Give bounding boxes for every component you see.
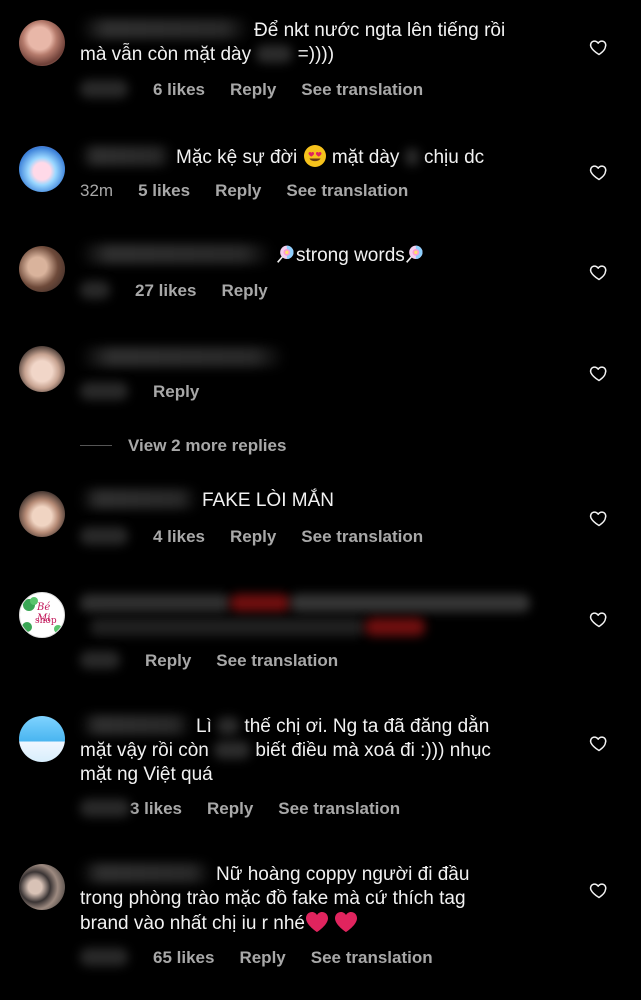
likes-count[interactable]: 4 likes — [153, 527, 205, 546]
comment-meta: 27 likes Reply — [80, 281, 293, 301]
reply-button[interactable]: Reply — [207, 799, 253, 818]
see-translation-button[interactable]: See translation — [311, 948, 433, 967]
avatar[interactable] — [19, 246, 65, 292]
avatar[interactable] — [19, 20, 65, 66]
lollipop-emoji-icon — [405, 245, 423, 263]
likes-count[interactable]: 3 likes — [130, 799, 182, 818]
comment-text: Để nkt nước ngta lên tiếng rồi mà vẫn cò… — [80, 19, 506, 65]
comment-meta: 6 likes Reply See translation — [80, 80, 448, 100]
comment-meta: Reply — [80, 382, 224, 402]
heart-outline-icon[interactable] — [589, 37, 609, 57]
lollipop-emoji-icon — [277, 245, 294, 263]
heart-outline-icon[interactable] — [589, 609, 609, 629]
reply-button[interactable]: Reply — [221, 281, 267, 300]
timestamp: 32m — [80, 181, 114, 200]
divider — [80, 445, 112, 446]
comment-text: Lì thế chị ơi. Ng ta đã đăng dằn mặt vậy… — [80, 715, 491, 785]
red-heart-emoji-icon — [306, 912, 328, 932]
reply-button[interactable]: Reply — [230, 80, 276, 99]
heart-outline-icon[interactable] — [589, 363, 609, 383]
see-translation-button[interactable]: See translation — [301, 527, 423, 546]
see-translation-button[interactable]: See translation — [216, 651, 338, 670]
avatar[interactable] — [19, 346, 65, 392]
comment-meta: 65 likes Reply See translation — [80, 948, 458, 968]
view-more-replies-button[interactable]: View 2 more replies — [80, 436, 286, 456]
avatar[interactable] — [19, 864, 65, 910]
likes-count[interactable]: 5 likes — [138, 181, 190, 200]
heart-eyes-emoji-icon — [303, 145, 326, 167]
avatar-logo-text: shop — [35, 616, 57, 626]
comment-meta: 4 likes Reply See translation — [80, 527, 448, 547]
comment-text — [80, 592, 560, 640]
reply-button[interactable]: Reply — [215, 181, 261, 200]
reply-button[interactable]: Reply — [230, 527, 276, 546]
reply-button[interactable]: Reply — [145, 651, 191, 670]
likes-count[interactable]: 65 likes — [153, 948, 214, 967]
likes-count[interactable]: 6 likes — [153, 80, 205, 99]
see-translation-button[interactable]: See translation — [286, 181, 408, 200]
heart-outline-icon[interactable] — [589, 262, 609, 282]
see-translation-button[interactable]: See translation — [278, 799, 400, 818]
avatar[interactable]: Bé Mi shop — [19, 592, 65, 638]
comment-text: Mặc kệ sự đời mặt dày chịu dc — [80, 144, 560, 170]
heart-outline-icon[interactable] — [589, 162, 609, 182]
comment-text: Nữ hoàng coppy người đi đầu trong phòng … — [80, 863, 470, 934]
heart-outline-icon[interactable] — [589, 880, 609, 900]
comment-meta: 32m 5 likes Reply See translation — [80, 181, 433, 201]
comment-meta: Reply See translation — [80, 651, 363, 671]
avatar[interactable] — [19, 491, 65, 537]
likes-count[interactable]: 27 likes — [135, 281, 196, 300]
avatar[interactable] — [19, 146, 65, 192]
reply-button[interactable]: Reply — [239, 948, 285, 967]
comment-meta: 3 likes Reply See translation — [80, 799, 425, 819]
heart-outline-icon[interactable] — [589, 733, 609, 753]
heart-outline-icon[interactable] — [589, 508, 609, 528]
avatar[interactable] — [19, 716, 65, 762]
reply-button[interactable]: Reply — [153, 382, 199, 401]
comment-text: FAKE LÒI MẮN — [80, 489, 560, 513]
comment-text: strong words — [80, 244, 560, 268]
see-translation-button[interactable]: See translation — [301, 80, 423, 99]
red-heart-emoji-icon — [335, 912, 358, 932]
comment-text — [80, 347, 560, 371]
